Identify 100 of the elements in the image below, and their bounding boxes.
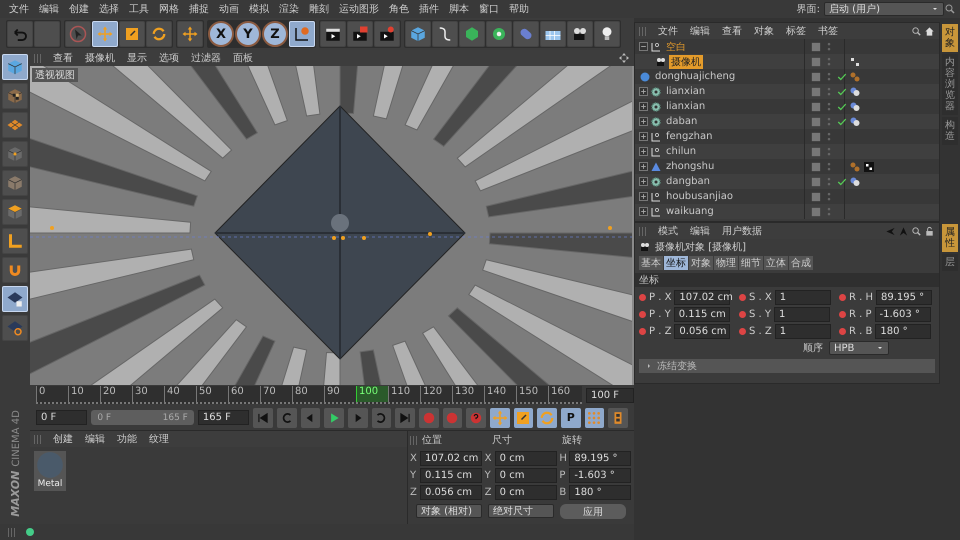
viewport-menu-item[interactable]: 显示 (122, 51, 152, 65)
size-mode-dropdown[interactable]: 绝对尺寸 (488, 504, 554, 518)
next-frame-button[interactable] (348, 408, 368, 428)
side-tab[interactable]: 对象 (942, 24, 958, 52)
expand-toggle[interactable] (639, 147, 648, 156)
collapsible-group[interactable]: 冻结变换 (639, 359, 935, 373)
expand-toggle[interactable] (639, 162, 648, 171)
keyframe-dot-icon[interactable] (739, 328, 746, 335)
side-tab[interactable]: 层 (942, 254, 958, 271)
attribute-field[interactable]: 180 ° (875, 324, 932, 339)
menu-item[interactable]: 运动图形 (334, 2, 384, 16)
object-menu-item[interactable]: 编辑 (685, 24, 715, 38)
coordinate-field[interactable]: 0.115 cm (420, 468, 482, 483)
attribute-tab[interactable]: 基本 (639, 256, 663, 270)
attribute-tab[interactable]: 合成 (789, 256, 813, 270)
attribute-field[interactable]: 1 (774, 324, 831, 339)
object-name[interactable]: chilun (664, 146, 698, 157)
start-frame-field[interactable]: 0 F (36, 410, 88, 425)
collapse-toggle[interactable] (639, 42, 648, 51)
viewport-menu-item[interactable]: 选项 (154, 51, 184, 65)
axis-corner-tool-button[interactable] (2, 228, 28, 254)
previous-frame-button[interactable] (300, 408, 320, 428)
object-menu-item[interactable]: 文件 (653, 24, 683, 38)
menu-item[interactable]: 编辑 (34, 2, 64, 16)
attribute-tab[interactable]: 对象 (689, 256, 713, 270)
cube-face-tool-button[interactable] (2, 199, 28, 225)
menu-item[interactable]: 渲染 (274, 2, 304, 16)
move-tool-button[interactable] (490, 408, 510, 428)
material-menu-item[interactable]: 纹理 (144, 432, 174, 446)
object-name[interactable]: 空白 (664, 40, 688, 54)
keyframe-dot-icon[interactable] (639, 311, 646, 318)
keyframe-dot-icon[interactable] (839, 311, 846, 318)
next-key-button[interactable] (372, 408, 392, 428)
menu-item[interactable]: 插件 (414, 2, 444, 16)
coordinate-field[interactable]: 0 cm (494, 485, 557, 500)
menu-item[interactable]: 选择 (94, 2, 124, 16)
coordinate-field[interactable]: 107.02 cm (420, 451, 482, 466)
axis-toggle-button[interactable]: X (208, 21, 234, 47)
keyframe-dot-icon[interactable] (639, 294, 646, 301)
grid-lock-tool-button[interactable] (2, 286, 28, 312)
material-menu-item[interactable]: 编辑 (80, 432, 110, 446)
viewport-menu-item[interactable]: 查看 (48, 51, 78, 65)
expand-toggle[interactable] (639, 192, 648, 201)
rotation-order-dropdown[interactable]: HPB (829, 341, 889, 355)
film-strip-button[interactable] (608, 408, 628, 428)
cube-points-tool-button[interactable] (2, 141, 28, 167)
coordinate-field[interactable]: 0 cm (494, 468, 557, 483)
cube-edges-tool-button[interactable] (2, 170, 28, 196)
menu-item[interactable]: 工具 (124, 2, 154, 16)
attributes-menu-item[interactable]: 编辑 (685, 224, 715, 238)
object-name[interactable]: fengzhan (664, 131, 714, 142)
menu-item[interactable]: 脚本 (444, 2, 474, 16)
attributes-menu-item[interactable]: 模式 (653, 224, 683, 238)
object-menu-item[interactable]: 查看 (717, 24, 747, 38)
menu-item[interactable]: 文件 (4, 2, 34, 16)
coordinate-field[interactable]: 89.195 ° (569, 451, 632, 466)
object-name[interactable]: 摄像机 (669, 54, 703, 68)
keyframe-dot-icon[interactable] (839, 294, 846, 301)
gem-tool-button[interactable] (459, 21, 485, 47)
auto-key-button[interactable] (442, 408, 462, 428)
keyframe-dot-icon[interactable] (739, 311, 746, 318)
attribute-field[interactable]: 0.056 cm (674, 324, 730, 339)
render-picture-tool-button[interactable] (347, 21, 373, 47)
timeline-ruler[interactable]: 0 10 20 30 40 50 60 70 80 90 100 110 120 130 140 150 160 (36, 386, 582, 404)
menu-item[interactable]: 角色 (384, 2, 414, 16)
viewport-menu-item[interactable]: 过滤器 (186, 51, 226, 65)
object-name[interactable]: houbusanjiao (664, 191, 735, 202)
interface-dropdown[interactable]: 启动 (用户) (824, 2, 944, 16)
scale-tool-button[interactable] (514, 408, 534, 428)
coordinate-field[interactable]: 180 ° (569, 485, 632, 500)
spline-tool-button[interactable] (432, 21, 458, 47)
object-name[interactable]: waikuang (664, 206, 716, 217)
add-tool-button[interactable] (177, 21, 203, 47)
apply-button[interactable]: 应用 (560, 504, 626, 519)
object-name[interactable]: dangban (664, 176, 712, 187)
object-name[interactable]: donghuajicheng (653, 71, 738, 82)
menu-item[interactable]: 创建 (64, 2, 94, 16)
attribute-tab[interactable]: 坐标 (664, 256, 688, 270)
menu-item[interactable]: 模拟 (244, 2, 274, 16)
light-tool-button[interactable] (594, 21, 620, 47)
attribute-field[interactable]: -1.603 ° (874, 307, 931, 322)
select-tool-button[interactable] (65, 21, 91, 47)
current-frame-field[interactable]: 100 F (586, 388, 634, 402)
expand-toggle[interactable] (639, 132, 648, 141)
previous-key-button[interactable] (276, 408, 297, 428)
side-tab[interactable]: 构造 (942, 117, 958, 145)
menu-item[interactable]: 窗口 (474, 2, 504, 16)
keyframe-dot-icon[interactable] (839, 328, 846, 335)
expand-toggle[interactable] (639, 102, 648, 111)
camera-tool-button[interactable] (567, 21, 593, 47)
floor-tool-button[interactable] (540, 21, 566, 47)
texture-cube-tool-button[interactable] (2, 83, 28, 109)
cube-tool-button[interactable] (405, 21, 431, 47)
menu-item[interactable]: 帮助 (504, 2, 534, 16)
object-name[interactable]: lianxian (664, 101, 708, 112)
material-menu-item[interactable]: 创建 (48, 432, 78, 446)
object-menu-item[interactable]: 对象 (749, 24, 779, 38)
coordinate-mode-dropdown[interactable]: 对象 (相对) (416, 504, 482, 518)
axis-toggle-button[interactable]: Z (262, 21, 288, 47)
attributes-menu-item[interactable]: 用户数据 (717, 224, 767, 238)
